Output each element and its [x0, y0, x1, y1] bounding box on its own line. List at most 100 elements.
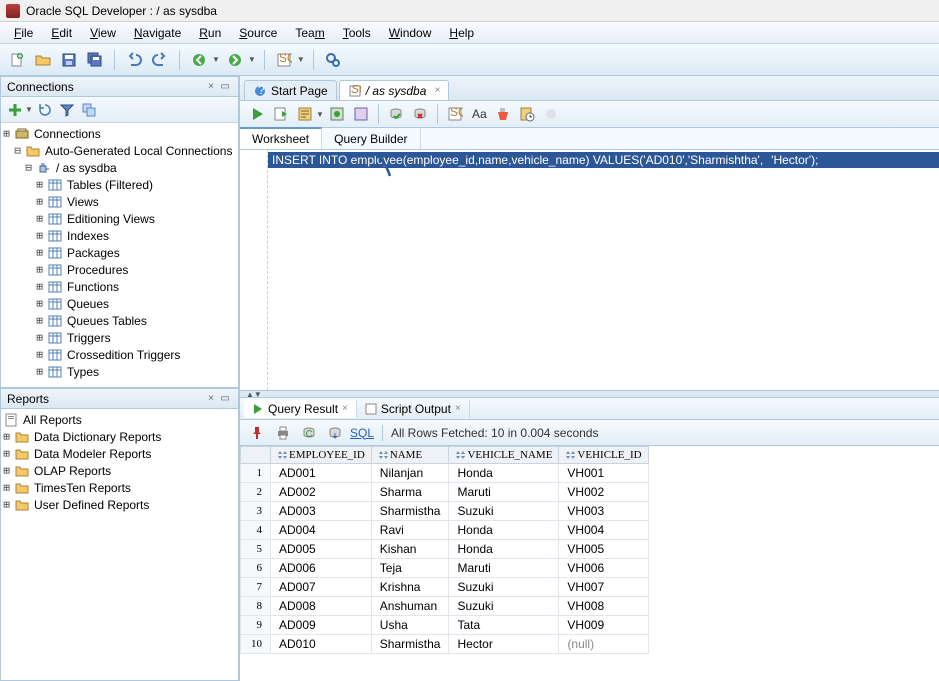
cell[interactable]: VH007 — [559, 578, 648, 597]
tree-auto-generated[interactable]: ⊟Auto-Generated Local Connections — [1, 142, 238, 159]
tree-root-connections[interactable]: ⊞Connections — [1, 125, 238, 142]
tab-sysdba[interactable]: SQL/ as sysdba× — [339, 80, 450, 100]
cell[interactable]: AD004 — [271, 521, 372, 540]
open-button[interactable] — [32, 49, 54, 71]
tree-node[interactable]: ⊞Views — [1, 193, 238, 210]
case-button[interactable]: Aa — [468, 103, 490, 125]
sql-worksheet-button[interactable]: SQL — [273, 49, 295, 71]
sql-worksheet-dropdown[interactable]: ▼ — [297, 55, 305, 64]
tree-report-item[interactable]: ⊞TimesTen Reports — [1, 479, 238, 496]
cell[interactable]: Sharma — [371, 483, 449, 502]
cell[interactable]: AD002 — [271, 483, 372, 502]
menu-run[interactable]: Run — [191, 24, 229, 42]
table-row[interactable]: 5AD005KishanHondaVH005 — [241, 540, 649, 559]
tree-report-item[interactable]: ⊞Data Modeler Reports — [1, 445, 238, 462]
tree-node[interactable]: ⊞Procedures — [1, 261, 238, 278]
tree-node[interactable]: ⊞Triggers — [1, 329, 238, 346]
connections-tree[interactable]: ⊞Connections ⊟Auto-Generated Local Conne… — [1, 123, 238, 387]
undo-button[interactable] — [123, 49, 145, 71]
table-row[interactable]: 1AD001NilanjanHondaVH001 — [241, 464, 649, 483]
tree-node[interactable]: ⊞Queues — [1, 295, 238, 312]
cell[interactable]: Ravi — [371, 521, 449, 540]
close-tab-icon[interactable]: × — [434, 85, 440, 96]
menu-view[interactable]: View — [82, 24, 124, 42]
copy-connections-button[interactable] — [79, 100, 99, 120]
unshared-worksheet-button[interactable]: SQL — [444, 103, 466, 125]
save-button[interactable] — [58, 49, 80, 71]
redo-button[interactable] — [149, 49, 171, 71]
table-row[interactable]: 8AD008AnshumanSuzukiVH008 — [241, 597, 649, 616]
cell[interactable]: Sharmistha — [371, 502, 449, 521]
filter-button[interactable] — [57, 100, 77, 120]
cell[interactable]: VH006 — [559, 559, 648, 578]
result-grid[interactable]: EMPLOYEE_IDNAMEVEHICLE_NAMEVEHICLE_ID 1A… — [240, 446, 939, 681]
refetch-button[interactable] — [324, 422, 346, 444]
horizontal-splitter[interactable]: ▲▼ — [240, 390, 939, 398]
run-statement-button[interactable] — [246, 103, 268, 125]
cell[interactable]: Suzuki — [449, 597, 559, 616]
column-header[interactable]: EMPLOYEE_ID — [271, 447, 372, 464]
sql-line[interactable]: INSERT INTO employee(employee_id,name,ve… — [268, 152, 939, 168]
print-button[interactable] — [272, 422, 294, 444]
run-script-button[interactable] — [270, 103, 292, 125]
cell[interactable]: Usha — [371, 616, 449, 635]
query-result-tab[interactable]: Query Result× — [244, 400, 357, 418]
menu-help[interactable]: Help — [441, 24, 482, 42]
nav-forward-button[interactable] — [224, 49, 246, 71]
column-header[interactable]: VEHICLE_NAME — [449, 447, 559, 464]
sql-link[interactable]: SQL — [350, 426, 374, 440]
cell[interactable]: Kishan — [371, 540, 449, 559]
find-button[interactable] — [322, 49, 344, 71]
pin-button[interactable] — [246, 422, 268, 444]
tree-node[interactable]: ⊞Types — [1, 363, 238, 380]
tree-node[interactable]: ⊞Queues Tables — [1, 312, 238, 329]
cell[interactable]: Krishna — [371, 578, 449, 597]
cell[interactable]: AD008 — [271, 597, 372, 616]
close-icon[interactable]: × — [342, 403, 348, 414]
menu-file[interactable]: File — [6, 24, 41, 42]
menu-edit[interactable]: Edit — [43, 24, 80, 42]
column-header[interactable]: NAME — [371, 447, 449, 464]
menu-window[interactable]: Window — [381, 24, 440, 42]
minimize-icon[interactable]: ▭ — [218, 80, 232, 94]
cell[interactable]: Nilanjan — [371, 464, 449, 483]
cell[interactable]: Hector — [449, 635, 559, 654]
nav-back-button[interactable] — [188, 49, 210, 71]
close-icon[interactable]: × — [455, 403, 461, 414]
tree-report-item[interactable]: ⊞Data Dictionary Reports — [1, 428, 238, 445]
minimize-icon[interactable]: ▭ — [218, 392, 232, 406]
menu-navigate[interactable]: Navigate — [126, 24, 189, 42]
menu-source[interactable]: Source — [231, 24, 285, 42]
tree-report-item[interactable]: ⊞User Defined Reports — [1, 496, 238, 513]
cell[interactable]: Suzuki — [449, 578, 559, 597]
cell[interactable]: VH009 — [559, 616, 648, 635]
cell[interactable]: Honda — [449, 464, 559, 483]
close-icon[interactable]: × — [204, 392, 218, 406]
tree-node[interactable]: ⊞Tables (Filtered) — [1, 176, 238, 193]
cell[interactable]: Tata — [449, 616, 559, 635]
history-button[interactable] — [516, 103, 538, 125]
rollback-button[interactable] — [409, 103, 431, 125]
save-all-button[interactable] — [84, 49, 106, 71]
tree-all-reports[interactable]: All Reports — [1, 411, 238, 428]
dims-button[interactable] — [540, 103, 562, 125]
query-builder-tab[interactable]: Query Builder — [322, 127, 420, 149]
explain-dropdown[interactable]: ▼ — [316, 110, 324, 119]
cell[interactable]: AD009 — [271, 616, 372, 635]
commit-button[interactable] — [385, 103, 407, 125]
table-row[interactable]: 3AD003SharmisthaSuzukiVH003 — [241, 502, 649, 521]
nav-back-dropdown[interactable]: ▼ — [212, 55, 220, 64]
tree-node[interactable]: ⊞Functions — [1, 278, 238, 295]
cell[interactable]: Honda — [449, 521, 559, 540]
menu-tools[interactable]: Tools — [335, 24, 379, 42]
table-row[interactable]: 4AD004RaviHondaVH004 — [241, 521, 649, 540]
reports-tree[interactable]: All Reports ⊞Data Dictionary Reports⊞Dat… — [1, 409, 238, 680]
menu-team[interactable]: Team — [287, 24, 332, 42]
cell[interactable]: Suzuki — [449, 502, 559, 521]
add-dropdown[interactable]: ▼ — [25, 105, 33, 114]
nav-forward-dropdown[interactable]: ▼ — [248, 55, 256, 64]
cell[interactable]: VH002 — [559, 483, 648, 502]
table-row[interactable]: 7AD007KrishnaSuzukiVH007 — [241, 578, 649, 597]
table-row[interactable]: 2AD002SharmaMarutiVH002 — [241, 483, 649, 502]
tab-start-page[interactable]: ?Start Page — [244, 80, 337, 100]
